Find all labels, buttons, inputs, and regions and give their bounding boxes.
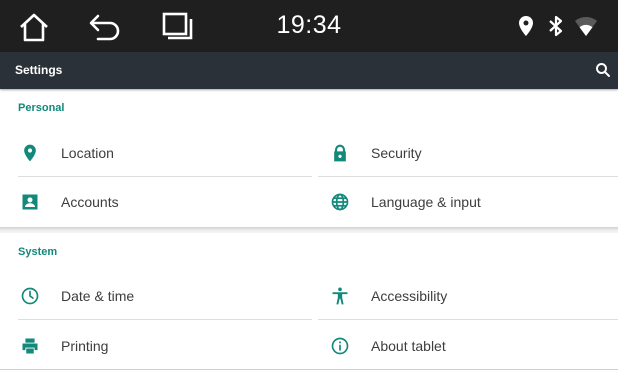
status-bar: 19:34 bbox=[0, 0, 618, 52]
settings-item-label: Accessibility bbox=[371, 288, 448, 304]
clock-icon bbox=[20, 286, 40, 306]
printer-icon bbox=[20, 336, 40, 356]
wifi-icon bbox=[574, 14, 598, 38]
bluetooth-icon bbox=[544, 14, 568, 38]
settings-item-about-tablet[interactable]: About tablet bbox=[328, 324, 618, 368]
settings-item-label: Security bbox=[371, 145, 422, 161]
settings-item-language-input[interactable]: Language & input bbox=[328, 180, 618, 224]
settings-item-security[interactable]: Security bbox=[328, 131, 618, 175]
settings-item-date-time[interactable]: Date & time bbox=[18, 274, 308, 318]
row-divider bbox=[18, 319, 312, 320]
settings-item-accounts[interactable]: Accounts bbox=[18, 180, 308, 224]
page-title: Settings bbox=[15, 63, 63, 77]
section-header-personal: Personal bbox=[18, 102, 65, 114]
row-divider bbox=[318, 176, 618, 177]
location-pin-icon bbox=[20, 143, 40, 163]
settings-item-label: Language & input bbox=[371, 194, 481, 210]
app-toolbar: Settings bbox=[0, 52, 618, 89]
row-divider bbox=[318, 319, 618, 320]
account-box-icon bbox=[20, 192, 40, 212]
settings-item-printing[interactable]: Printing bbox=[18, 324, 308, 368]
lock-icon bbox=[330, 143, 350, 163]
info-icon bbox=[330, 336, 350, 356]
row-divider bbox=[18, 176, 312, 177]
location-pin-icon bbox=[514, 14, 538, 38]
settings-item-label: Printing bbox=[61, 338, 109, 354]
globe-icon bbox=[330, 192, 350, 212]
accessibility-icon bbox=[330, 286, 350, 306]
settings-item-label: Date & time bbox=[61, 288, 135, 304]
section-divider bbox=[0, 227, 618, 233]
settings-item-accessibility[interactable]: Accessibility bbox=[328, 274, 618, 318]
settings-item-label: About tablet bbox=[371, 338, 446, 354]
settings-item-label: Accounts bbox=[61, 194, 119, 210]
bottom-divider bbox=[0, 369, 618, 370]
section-header-system: System bbox=[18, 246, 58, 258]
settings-item-location[interactable]: Location bbox=[18, 131, 308, 175]
search-icon[interactable] bbox=[594, 61, 612, 79]
settings-item-label: Location bbox=[61, 145, 114, 161]
